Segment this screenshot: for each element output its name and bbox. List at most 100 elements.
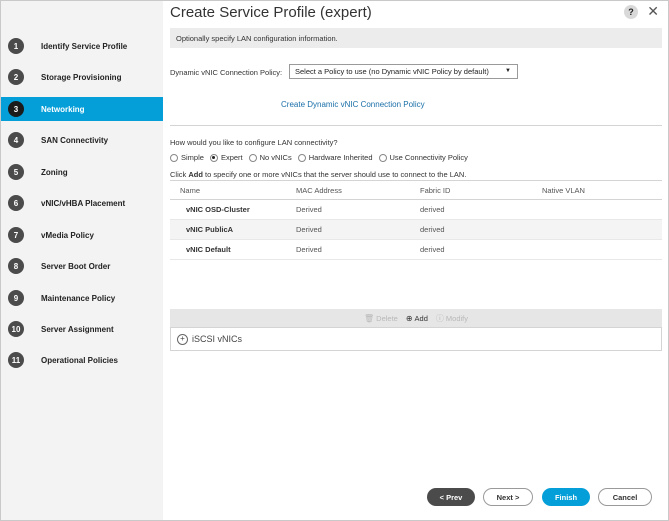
- dynamic-vnic-policy-label: Dynamic vNIC Connection Policy:: [170, 68, 283, 77]
- step-number: 6: [8, 195, 24, 211]
- step-label: Operational Policies: [41, 355, 118, 365]
- column-header-mac[interactable]: MAC Address: [296, 186, 420, 195]
- help-icon[interactable]: ?: [624, 5, 638, 19]
- radio-button-selected[interactable]: [209, 153, 218, 162]
- radio-label: Use Connectivity Policy: [389, 153, 468, 162]
- lan-mode-radio-group: Simple Expert No vNICs Hardware Inherite…: [170, 153, 474, 162]
- table-actions-bar: 🗑 Delete ⊕ Add ⓘ Modify: [170, 309, 662, 327]
- cell-mac: Derived: [296, 205, 322, 214]
- hint-text: to specify one or more vNICs that the se…: [202, 170, 467, 179]
- delete-button[interactable]: 🗑 Delete: [364, 314, 398, 323]
- radio-hardware-inherited[interactable]: Hardware Inherited: [297, 153, 373, 162]
- step-server-boot-order[interactable]: 8 Server Boot Order: [1, 254, 163, 278]
- radio-use-connectivity-policy[interactable]: Use Connectivity Policy: [378, 153, 468, 162]
- dynamic-vnic-policy-select[interactable]: Select a Policy to use (no Dynamic vNIC …: [289, 64, 518, 79]
- iscsi-label: iSCSI vNICs: [192, 334, 243, 344]
- step-maintenance-policy[interactable]: 9 Maintenance Policy: [1, 286, 163, 310]
- delete-label: Delete: [376, 313, 398, 323]
- hint-bold: Add: [188, 170, 203, 179]
- add-label: Add: [414, 313, 428, 323]
- table-row[interactable]: vNIC OSD-Cluster Derived derived: [170, 200, 662, 220]
- column-header-fabric[interactable]: Fabric ID: [420, 186, 542, 195]
- step-label: Maintenance Policy: [41, 293, 116, 303]
- cell-mac: Derived: [296, 225, 322, 234]
- step-networking[interactable]: 3 Networking: [1, 97, 163, 121]
- info-text: Optionally specify LAN configuration inf…: [176, 33, 338, 43]
- step-server-assignment[interactable]: 10 Server Assignment: [1, 317, 163, 341]
- create-dynamic-vnic-policy-link[interactable]: Create Dynamic vNIC Connection Policy: [281, 100, 425, 109]
- column-header-vlan[interactable]: Native VLAN: [542, 186, 662, 195]
- step-number: 1: [8, 38, 24, 54]
- table-row[interactable]: vNIC Default Derived derived: [170, 240, 662, 260]
- add-button[interactable]: ⊕ Add: [406, 314, 428, 323]
- radio-button[interactable]: [170, 153, 178, 162]
- vnic-table: Name MAC Address Fabric ID Native VLAN v…: [170, 180, 662, 260]
- table-header: Name MAC Address Fabric ID Native VLAN: [170, 180, 662, 200]
- finish-button[interactable]: Finish: [542, 488, 590, 506]
- radio-button[interactable]: [248, 153, 257, 162]
- step-number: 11: [8, 352, 24, 368]
- step-label: Server Boot Order: [41, 261, 111, 271]
- divider: [170, 125, 662, 126]
- plus-circle-icon: ⊕: [405, 313, 413, 323]
- step-number: 8: [8, 258, 24, 274]
- wizard-sidebar: 1 Identify Service Profile 2 Storage Pro…: [1, 1, 163, 520]
- table-row[interactable]: vNIC PublicA Derived derived: [170, 220, 662, 240]
- step-number: 5: [8, 164, 24, 180]
- modify-label: Modify: [445, 313, 468, 323]
- radio-expert[interactable]: Expert: [209, 153, 243, 162]
- lan-question: How would you like to configure LAN conn…: [170, 138, 338, 147]
- cell-name: vNIC OSD-Cluster: [186, 205, 250, 214]
- close-icon[interactable]: ✕: [647, 4, 659, 18]
- step-number: 4: [8, 132, 24, 148]
- radio-label: No vNICs: [259, 153, 292, 162]
- cell-name: vNIC PublicA: [186, 225, 234, 234]
- step-number: 7: [8, 227, 24, 243]
- expand-plus-icon: +: [177, 333, 188, 345]
- step-san-connectivity[interactable]: 4 SAN Connectivity: [1, 128, 163, 152]
- radio-label: Simple: [181, 153, 204, 162]
- step-vmedia-policy[interactable]: 7 vMedia Policy: [1, 223, 163, 247]
- cell-fabric: derived: [420, 205, 445, 214]
- step-operational-policies[interactable]: 11 Operational Policies: [1, 348, 163, 372]
- step-label: Server Assignment: [41, 324, 114, 334]
- iscsi-vnics-expander[interactable]: + iSCSI vNICs: [170, 327, 662, 351]
- main-panel: Create Service Profile (expert) ? ✕ Opti…: [164, 1, 668, 520]
- caret-down-icon: ▼: [505, 68, 511, 74]
- select-value: Select a Policy to use (no Dynamic vNIC …: [295, 67, 489, 76]
- step-number: 2: [8, 69, 24, 85]
- cell-fabric: derived: [420, 225, 445, 234]
- radio-button[interactable]: [297, 153, 306, 162]
- radio-label: Expert: [220, 153, 243, 162]
- step-number: 10: [8, 321, 24, 337]
- radio-no-vnics[interactable]: No vNICs: [248, 153, 292, 162]
- step-label: vNIC/vHBA Placement: [41, 198, 126, 208]
- step-label: Networking: [41, 104, 85, 114]
- add-hint: Click Add to specify one or more vNICs t…: [170, 170, 466, 179]
- hint-text: Click: [170, 170, 189, 179]
- info-circle-icon: ⓘ: [435, 313, 444, 323]
- next-button[interactable]: Next >: [483, 488, 533, 506]
- step-label: SAN Connectivity: [41, 135, 109, 145]
- column-header-name[interactable]: Name: [170, 186, 296, 195]
- cell-mac: Derived: [296, 245, 322, 254]
- step-vnic-vhba-placement[interactable]: 6 vNIC/vHBA Placement: [1, 191, 163, 215]
- step-number: 9: [8, 290, 24, 306]
- radio-label: Hardware Inherited: [308, 153, 373, 162]
- step-label: Storage Provisioning: [41, 72, 122, 82]
- step-zoning[interactable]: 5 Zoning: [1, 160, 163, 184]
- info-bar: Optionally specify LAN configuration inf…: [170, 28, 662, 48]
- step-identify-service-profile[interactable]: 1 Identify Service Profile: [1, 34, 163, 58]
- step-storage-provisioning[interactable]: 2 Storage Provisioning: [1, 65, 163, 89]
- dialog-title: Create Service Profile (expert): [170, 4, 372, 21]
- step-label: Identify Service Profile: [41, 41, 128, 51]
- cancel-button[interactable]: Cancel: [598, 488, 652, 506]
- prev-button[interactable]: < Prev: [427, 488, 475, 506]
- trash-icon: 🗑: [364, 313, 375, 323]
- modify-button[interactable]: ⓘ Modify: [436, 313, 468, 324]
- radio-simple[interactable]: Simple: [170, 153, 204, 162]
- step-label: Zoning: [41, 167, 68, 177]
- cell-name: vNIC Default: [186, 245, 231, 254]
- cell-fabric: derived: [420, 245, 445, 254]
- radio-button[interactable]: [378, 153, 387, 162]
